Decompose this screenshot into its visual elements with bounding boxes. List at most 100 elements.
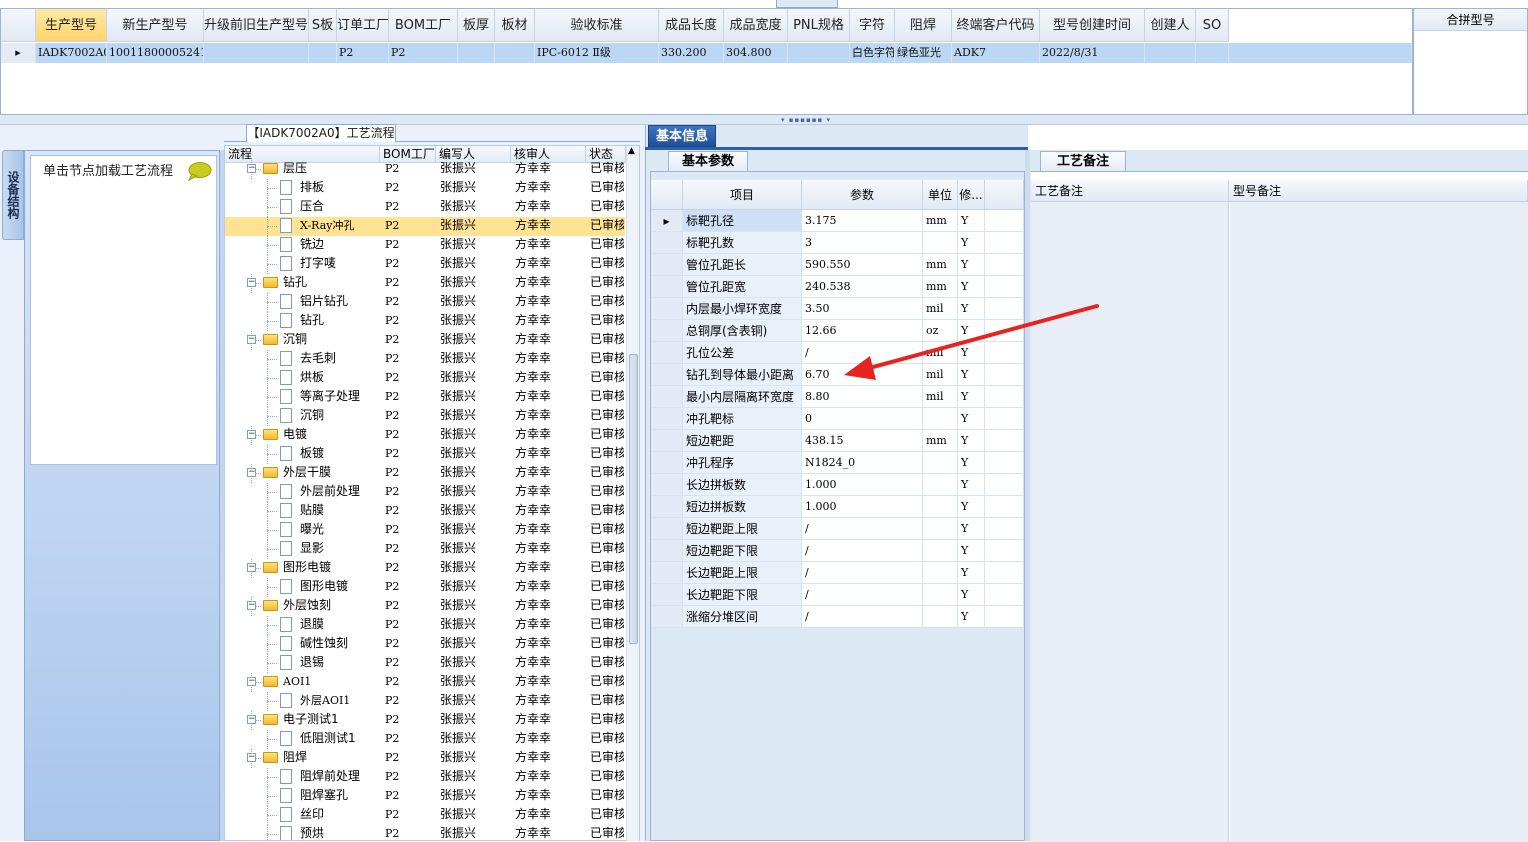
tree-node-name[interactable]: 丝印 [300,806,378,825]
tree-scrollbar[interactable]: ▲ [626,146,639,841]
process-notes-field[interactable] [1031,202,1229,842]
collapse-toggle-icon[interactable]: − [247,164,256,173]
param-value[interactable]: 438.15 [802,430,923,452]
row-indicator[interactable] [651,364,683,386]
grid-cell[interactable] [1145,43,1196,63]
tab-process-notes[interactable]: 工艺备注 [1040,151,1126,172]
row-indicator[interactable] [651,320,683,342]
grid-cell[interactable]: IPC-6012 Ⅱ级 [535,43,659,63]
tree-row[interactable]: 退锡 P2 张振兴 方幸幸 已审核 [225,654,625,673]
grid-cell[interactable]: IADK7002A0 [36,43,107,63]
column-header[interactable]: 订单工厂 [337,9,389,42]
row-indicator[interactable] [651,496,683,518]
param-value[interactable]: 6.70 [802,364,923,386]
column-header[interactable]: 成品长度 [659,9,724,42]
param-value[interactable]: 3 [802,232,923,254]
grid-cell[interactable] [1196,43,1229,63]
tree-row[interactable]: 退膜 P2 张振兴 方幸幸 已审核 [225,616,625,635]
column-header[interactable]: 字符 [850,9,895,42]
top-collapse-cap[interactable] [776,0,838,8]
column-header[interactable]: 型号创建时间 [1040,9,1145,42]
tree-row[interactable]: 预烘 P2 张振兴 方幸幸 已审核 [225,825,625,840]
tree-node-name[interactable]: 压合 [300,198,378,217]
param-row[interactable]: 冲孔靶标 0 Y [651,408,1024,430]
row-indicator[interactable] [651,452,683,474]
tree-node-name[interactable]: 层压 [283,160,378,179]
column-header[interactable]: BOM工厂 [389,9,458,42]
tree-node-name[interactable]: 碱性蚀刻 [300,635,378,654]
tree-node-name[interactable]: AOI1 [283,673,378,692]
row-indicator[interactable] [651,474,683,496]
grid-cell[interactable]: P2 [337,43,389,63]
param-row[interactable]: 最小内层隔离环宽度 8.80 mil Y [651,386,1024,408]
param-row[interactable]: 长边拼板数 1.000 Y [651,474,1024,496]
param-row[interactable]: 标靶孔数 3 Y [651,232,1024,254]
tree-row[interactable]: 外层AOI1 P2 张振兴 方幸幸 已审核 [225,692,625,711]
tree-row[interactable]: 铣边 P2 张振兴 方幸幸 已审核 [225,236,625,255]
param-row[interactable]: 管位孔距宽 240.538 mm Y [651,276,1024,298]
row-indicator[interactable] [651,562,683,584]
collapse-toggle-icon[interactable]: − [247,430,256,439]
row-indicator[interactable] [651,518,683,540]
grid-cell[interactable] [309,43,337,63]
collapse-toggle-icon[interactable]: − [247,601,256,610]
tree-node-name[interactable]: 外层干膜 [283,464,378,483]
grid-cell[interactable] [788,43,850,63]
tree-node-name[interactable]: 图形电镀 [300,578,378,597]
collapse-toggle-icon[interactable]: − [247,563,256,572]
param-value[interactable]: / [802,562,923,584]
column-header[interactable]: 阻焊 [895,9,952,42]
tree-node-name[interactable]: 电子测试1 [283,711,378,730]
tree-node-name[interactable]: 排板 [300,179,378,198]
model-notes-field[interactable] [1230,202,1528,842]
tree-row[interactable]: 曝光 P2 张振兴 方幸幸 已审核 [225,521,625,540]
collapse-toggle-icon[interactable]: − [247,335,256,344]
tree-node-name[interactable]: 外层AOI1 [300,692,378,711]
param-value[interactable]: 3.175 [802,210,923,232]
tree-node-name[interactable]: 外层蚀刻 [283,597,378,616]
tree-node-name[interactable]: 预烘 [300,825,378,840]
param-row[interactable]: 总铜厚(含表铜) 12.66 oz Y [651,320,1024,342]
param-value[interactable]: N1824_0 [802,452,923,474]
tree-node-name[interactable]: X-Ray冲孔 [300,217,378,236]
param-row[interactable]: 长边靶距上限 / Y [651,562,1024,584]
collapse-toggle-icon[interactable]: − [247,715,256,724]
collapse-toggle-icon[interactable]: − [247,468,256,477]
tree-node-name[interactable]: 阻焊塞孔 [300,787,378,806]
row-indicator[interactable]: ▸ [651,210,683,232]
horizontal-splitter[interactable]: ▾ ▪▪▪▪▪▪ ▾ [0,115,1528,125]
param-row[interactable]: 短边靶距 438.15 mm Y [651,430,1024,452]
tab-basic-params[interactable]: 基本参数 [668,151,748,172]
tree-node-name[interactable]: 钻孔 [300,312,378,331]
tree-row[interactable]: − 阻焊 P2 张振兴 方幸幸 已审核 [225,749,625,768]
param-value[interactable]: / [802,342,923,364]
grid-cell[interactable]: 白色字符 [850,43,895,63]
row-indicator[interactable] [651,276,683,298]
tree-row[interactable]: − 电镀 P2 张振兴 方幸幸 已审核 [225,426,625,445]
grid-cell[interactable]: 304.800 [724,43,788,63]
params-column-header[interactable]: 项目 [683,180,802,210]
tree-row[interactable]: 铝片钻孔 P2 张振兴 方幸幸 已审核 [225,293,625,312]
column-header[interactable]: S板 [309,9,337,42]
tree-node-name[interactable]: 铣边 [300,236,378,255]
tree-row[interactable]: 去毛刺 P2 张振兴 方幸幸 已审核 [225,350,625,369]
tree-node-name[interactable]: 曝光 [300,521,378,540]
tree-row[interactable]: 等离子处理 P2 张振兴 方幸幸 已审核 [225,388,625,407]
tree-row[interactable]: 丝印 P2 张振兴 方幸幸 已审核 [225,806,625,825]
row-indicator[interactable] [651,606,683,628]
tree-node-name[interactable]: 显影 [300,540,378,559]
param-row[interactable]: 短边靶距下限 / Y [651,540,1024,562]
param-value[interactable]: 240.538 [802,276,923,298]
row-indicator[interactable]: ▸ [1,43,36,63]
column-header[interactable]: 板厚 [458,9,495,42]
param-row[interactable]: 冲孔程序 N1824_0 Y [651,452,1024,474]
row-indicator[interactable] [651,232,683,254]
scrollbar-thumb[interactable] [629,354,638,644]
tree-row[interactable]: 外层前处理 P2 张振兴 方幸幸 已审核 [225,483,625,502]
column-header[interactable]: 板材 [495,9,535,42]
tree-node-name[interactable]: 电镀 [283,426,378,445]
tree-row[interactable]: 板镀 P2 张振兴 方幸幸 已审核 [225,445,625,464]
grid-cell[interactable]: 绿色亚光 [895,43,952,63]
tree-row[interactable]: 阻焊前处理 P2 张振兴 方幸幸 已审核 [225,768,625,787]
tree-row[interactable]: 图形电镀 P2 张振兴 方幸幸 已审核 [225,578,625,597]
